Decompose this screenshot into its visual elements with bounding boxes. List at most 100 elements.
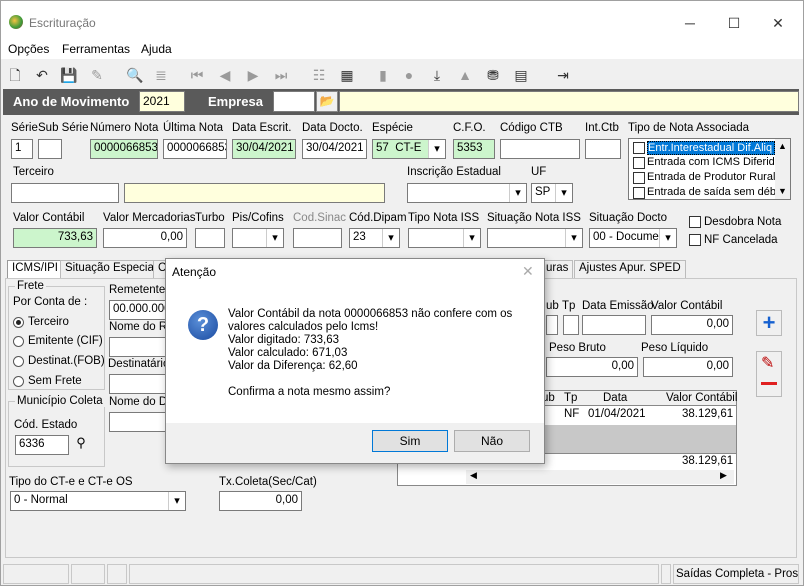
codsinac-input[interactable] (293, 228, 342, 248)
tipo-nota-item[interactable]: Entrada de Produtor Rural (631, 171, 775, 185)
peso-liquido-input[interactable]: 0,00 (643, 357, 733, 377)
folder-icon[interactable]: ▮ (373, 65, 393, 85)
nao-button[interactable]: Não (454, 430, 530, 452)
edit-icon[interactable]: ✎ (761, 353, 774, 373)
prev-icon[interactable]: ◀ (215, 65, 235, 85)
preview-icon[interactable]: 🔍 (125, 65, 145, 85)
tab-uras[interactable]: uras (541, 260, 574, 278)
scroll-left-icon[interactable]: ◀ (470, 470, 477, 481)
tipo-nota-item[interactable]: Entrada com ICMS Diferido (631, 156, 775, 170)
tipo-nota-checkbox[interactable] (633, 157, 645, 169)
nome-de-input[interactable] (109, 412, 167, 432)
tp-input[interactable] (563, 315, 579, 335)
empresa-input[interactable] (273, 91, 315, 112)
sim-button[interactable]: Sim (372, 430, 448, 452)
tipo-nota-item[interactable]: Entr.Interestadual Dif.Aliq (631, 141, 775, 155)
frete-terceiro-radio[interactable] (13, 317, 24, 328)
tab-icms-ipi[interactable]: ICMS/IPI (7, 260, 64, 278)
erase-icon[interactable]: ✎ (87, 65, 107, 85)
data-emissao-input[interactable] (582, 315, 646, 335)
home-icon[interactable]: ▲ (455, 65, 475, 85)
binoculars-icon[interactable]: ⚲ (71, 435, 91, 455)
scroll-right-icon[interactable]: ▶ (720, 470, 727, 481)
tp-label: Tp (562, 300, 576, 312)
grid-col-data: Data (603, 392, 628, 404)
especie-select[interactable]: 57 CT-E (372, 139, 446, 159)
nome-re-input[interactable] (109, 337, 167, 357)
dialog-close-icon[interactable]: ✕ (522, 263, 534, 280)
ctb-icon[interactable]: ⛃ (483, 65, 503, 85)
apple-icon[interactable]: ● (399, 65, 419, 85)
scroll-up-icon[interactable]: ▲ (778, 141, 787, 151)
sub-input[interactable] (546, 315, 558, 335)
tipo-nota-scrollbar[interactable]: ▲ ▼ (775, 139, 790, 199)
data-escrit-input[interactable]: 30/04/2021 (232, 139, 296, 159)
open-folder-icon[interactable]: 📂 (316, 91, 338, 112)
uf-select[interactable]: SP (531, 183, 573, 203)
exit-icon[interactable]: ⇥ (553, 65, 573, 85)
menu-opcoes[interactable]: Opções (8, 42, 49, 56)
cfo-input[interactable]: 5353 (453, 139, 495, 159)
nfcancelada-checkbox[interactable] (689, 234, 701, 246)
tab-ajustes-sped[interactable]: Ajustes Apur. SPED (574, 260, 686, 278)
nf-icon[interactable]: ≣ (151, 65, 171, 85)
valor-merc-input[interactable]: 0,00 (103, 228, 187, 248)
menu-ajuda[interactable]: Ajuda (141, 42, 172, 56)
valor-contabil-input[interactable]: 733,63 (13, 228, 97, 248)
situacaoiss-select[interactable] (487, 228, 583, 248)
last-icon[interactable]: ⏭ (271, 65, 291, 85)
dialog-line5: Valor da Diferença: 62,60 (228, 360, 358, 372)
add-icon[interactable]: + (756, 310, 782, 336)
ultima-input[interactable]: 0000066853 (163, 139, 227, 159)
terceiro-input[interactable] (11, 183, 119, 203)
piscofins-select[interactable] (232, 228, 284, 248)
data-docto-input[interactable]: 30/04/2021 (302, 139, 367, 159)
peso-bruto-input[interactable]: 0,00 (546, 357, 638, 377)
new-icon[interactable]: 🗋 (5, 65, 25, 85)
minimize-button[interactable]: ─ (667, 9, 713, 37)
tipo-cte-select[interactable]: 0 - Normal (10, 491, 186, 511)
save-icon[interactable]: 💾 (59, 65, 79, 85)
remove-icon[interactable] (761, 382, 777, 385)
right-valor-contabil-input[interactable]: 0,00 (651, 315, 733, 335)
empresa-label: Empresa (208, 94, 263, 109)
list-icon[interactable]: ☷ (309, 65, 329, 85)
download-icon[interactable]: ⤓ (427, 65, 447, 85)
inscr-select[interactable] (407, 183, 527, 203)
tiponotaiss-select[interactable] (408, 228, 481, 248)
undo-icon[interactable]: ↶ (32, 65, 52, 85)
tab-situacao-especial[interactable]: Situação Especial (60, 260, 162, 278)
calc-icon[interactable]: ▦ (337, 65, 357, 85)
desdobra-checkbox[interactable] (689, 216, 701, 228)
frete-semfrete-radio[interactable] (13, 376, 24, 387)
destinatario-input[interactable] (109, 374, 167, 394)
cod-estado-input[interactable]: 6336 (15, 435, 69, 455)
frete-emitente-radio[interactable] (13, 336, 24, 347)
coddipam-select[interactable]: 23 (349, 228, 400, 248)
close-button[interactable]: ✕ (755, 9, 801, 37)
frete-destinat-radio[interactable] (13, 356, 24, 367)
remetente-input[interactable]: 00.000.000 (109, 300, 167, 320)
tipo-nota-list[interactable]: Entr.Interestadual Dif.Aliq Entrada com … (628, 138, 791, 200)
remetente-label: Remetente (109, 284, 166, 296)
subserie-input[interactable] (38, 139, 62, 159)
txcoleta-input[interactable]: 0,00 (219, 491, 302, 511)
ano-input[interactable]: 2021 (139, 91, 185, 112)
first-icon[interactable]: ⏮ (187, 65, 207, 85)
tipo-nota-checkbox[interactable] (633, 187, 645, 199)
situacao-docto-select[interactable]: 00 - Documen (589, 228, 677, 248)
tipo-nota-item[interactable]: Entrada de saída sem débi (631, 186, 775, 200)
maximize-button[interactable]: ☐ (711, 9, 757, 37)
next-icon[interactable]: ▶ (243, 65, 263, 85)
tipo-nota-checkbox[interactable] (633, 142, 645, 154)
report-icon[interactable]: ▤ (511, 65, 531, 85)
numero-input[interactable]: 0000066853 (90, 139, 158, 159)
scroll-down-icon[interactable]: ▼ (778, 186, 787, 196)
grid-hscrollbar[interactable]: ◀ ▶ (466, 470, 734, 484)
tipo-nota-checkbox[interactable] (633, 172, 645, 184)
serie-input[interactable]: 1 (11, 139, 33, 159)
turbo-input[interactable] (195, 228, 225, 248)
intctb-input[interactable] (585, 139, 621, 159)
codctb-input[interactable] (500, 139, 580, 159)
menu-ferramentas[interactable]: Ferramentas (62, 42, 130, 56)
